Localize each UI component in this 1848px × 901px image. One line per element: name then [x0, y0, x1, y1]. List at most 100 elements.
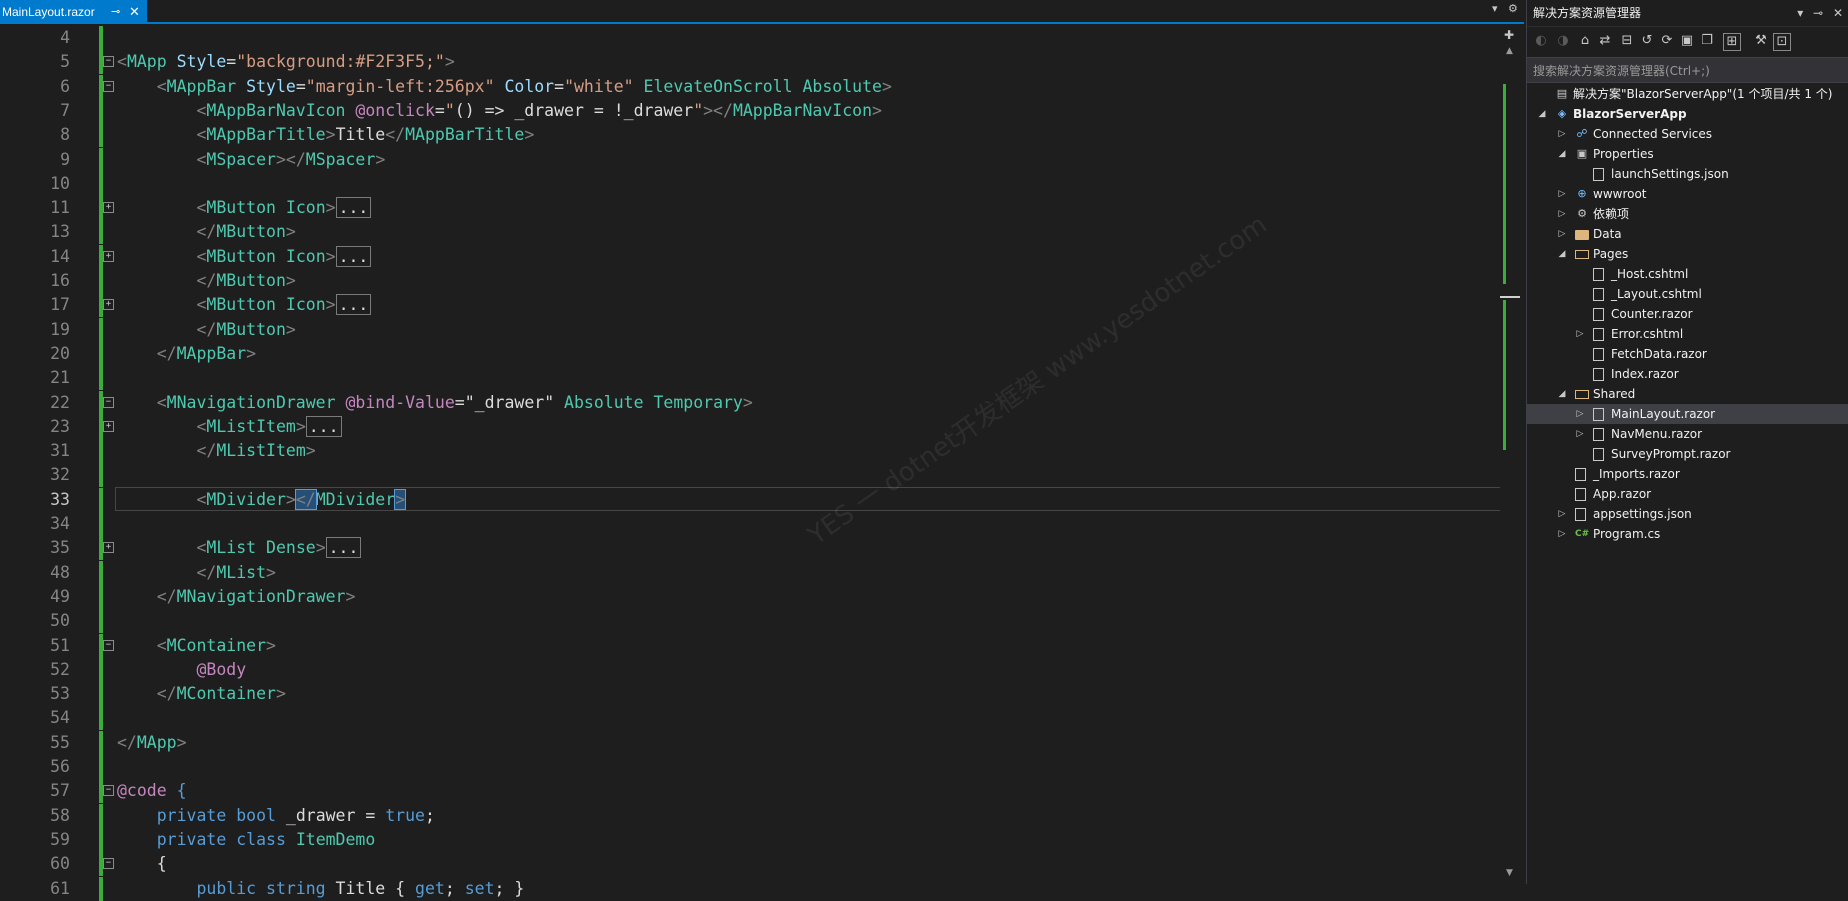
expand-arrow-icon[interactable]: ▷: [1557, 124, 1567, 144]
expand-arrow-icon[interactable]: ▷: [1575, 324, 1585, 344]
sync-icon[interactable]: ⊟: [1619, 33, 1635, 49]
tree-item[interactable]: ▷ ⚙ 依赖项: [1527, 204, 1848, 224]
code-line[interactable]: 51 − <MContainer>: [0, 633, 1500, 658]
tree-item[interactable]: ▷ MainLayout.razor: [1527, 404, 1848, 424]
collapse-icon[interactable]: −: [103, 858, 114, 870]
tree-item[interactable]: FetchData.razor: [1527, 344, 1848, 364]
tree-item[interactable]: ◢ Shared: [1527, 384, 1848, 404]
tree-item[interactable]: _Host.cshtml: [1527, 264, 1848, 284]
code-line[interactable]: 4: [0, 26, 1500, 50]
collapse-all-icon[interactable]: ▣: [1679, 33, 1695, 49]
tree-item[interactable]: ◢ ◈ BlazorServerApp: [1527, 104, 1848, 124]
refresh-icon[interactable]: ⟳: [1659, 33, 1675, 49]
pin-icon[interactable]: ⊸: [111, 0, 120, 24]
code-line[interactable]: 57 − @code {: [0, 779, 1500, 804]
tree-item[interactable]: ▷ NavMenu.razor: [1527, 424, 1848, 444]
tree-item[interactable]: _Imports.razor: [1527, 464, 1848, 484]
pin-icon[interactable]: ⊸: [1813, 6, 1823, 20]
collapsed-region[interactable]: ...: [335, 245, 372, 267]
code-line[interactable]: 31 </MListItem>: [0, 439, 1500, 464]
collapse-arrow-icon[interactable]: ◢: [1537, 104, 1547, 124]
expand-arrow-icon[interactable]: ▷: [1557, 524, 1567, 544]
code-line[interactable]: 10: [0, 171, 1500, 196]
dropdown-icon[interactable]: ▾: [1797, 6, 1803, 20]
expand-arrow-icon[interactable]: ▷: [1575, 404, 1585, 424]
collapse-icon[interactable]: −: [103, 396, 114, 408]
tree-item[interactable]: SurveyPrompt.razor: [1527, 444, 1848, 464]
pending-changes-icon[interactable]: ↺: [1639, 33, 1655, 49]
preview-selected-icon[interactable]: ⊞: [1723, 33, 1741, 51]
tree-item[interactable]: ▷ appsettings.json: [1527, 504, 1848, 524]
code-line[interactable]: 19 </MButton>: [0, 317, 1500, 342]
collapse-icon[interactable]: −: [103, 639, 114, 651]
tree-item[interactable]: ▷ Data: [1527, 224, 1848, 244]
code-line[interactable]: 20 </MAppBar>: [0, 341, 1500, 366]
tree-item[interactable]: ◢ Pages: [1527, 244, 1848, 264]
expand-arrow-icon[interactable]: ▷: [1575, 424, 1585, 444]
code-line[interactable]: 9 <MSpacer></MSpacer>: [0, 147, 1500, 172]
show-all-files-icon[interactable]: ❐: [1699, 33, 1715, 49]
close-icon[interactable]: ✕: [1833, 6, 1843, 20]
code-line[interactable]: 23 + <MListItem>...: [0, 414, 1500, 439]
scroll-up-icon[interactable]: ▲: [1506, 46, 1513, 56]
expand-arrow-icon[interactable]: ▷: [1557, 224, 1567, 244]
tab-dropdown-icon[interactable]: ▾: [1492, 2, 1498, 15]
tree-item[interactable]: App.razor: [1527, 484, 1848, 504]
solution-search-input[interactable]: 搜索解决方案资源管理器(Ctrl+;): [1527, 57, 1848, 83]
vertical-scrollbar[interactable]: ✚ ▲ ▼: [1500, 24, 1524, 884]
tree-item[interactable]: ◢ ▣ Properties: [1527, 144, 1848, 164]
tab-mainlayout[interactable]: MainLayout.razor ⊸ ✕: [0, 0, 147, 24]
collapse-icon[interactable]: −: [103, 80, 114, 92]
collapsed-region[interactable]: ...: [305, 415, 342, 437]
collapsed-region[interactable]: ...: [325, 537, 362, 559]
collapse-icon[interactable]: −: [103, 785, 114, 797]
code-line[interactable]: 52 @Body: [0, 657, 1500, 682]
code-line[interactable]: 32: [0, 463, 1500, 488]
expand-icon[interactable]: +: [103, 202, 114, 214]
expand-icon[interactable]: +: [103, 299, 114, 311]
code-line[interactable]: 59 private class ItemDemo: [0, 827, 1500, 852]
code-line[interactable]: 14 + <MButton Icon>...: [0, 244, 1500, 269]
forward-icon[interactable]: ◑: [1555, 33, 1571, 49]
tree-item[interactable]: ▷ C# Program.cs: [1527, 524, 1848, 544]
tree-item[interactable]: ▷ ⊕ wwwroot: [1527, 184, 1848, 204]
expand-arrow-icon[interactable]: ▷: [1557, 504, 1567, 524]
tree-item[interactable]: ▤ 解决方案"BlazorServerApp"(1 个项目/共 1 个): [1527, 84, 1848, 104]
code-line[interactable]: 22 − <MNavigationDrawer @bind-Value="_dra…: [0, 390, 1500, 415]
expand-arrow-icon[interactable]: ▷: [1557, 204, 1567, 224]
code-line[interactable]: 60 − {: [0, 852, 1500, 877]
collapse-arrow-icon[interactable]: ◢: [1557, 244, 1567, 264]
code-editor[interactable]: MainLayout.razor ⊸ ✕ ▾ ⚙ 4 5− <MApp Style=…: [0, 0, 1524, 901]
code-line[interactable]: 35 + <MList Dense>...: [0, 536, 1500, 561]
code-line[interactable]: 53 </MContainer>: [0, 682, 1500, 707]
code-line[interactable]: 7 <MAppBarNavIcon @onclick="() => _drawe…: [0, 98, 1500, 123]
collapsed-region[interactable]: ...: [335, 197, 372, 219]
home-icon[interactable]: ⌂: [1577, 33, 1593, 49]
code-line[interactable]: 48 </MList>: [0, 560, 1500, 585]
code-line[interactable]: 55 </MApp>: [0, 730, 1500, 755]
collapse-arrow-icon[interactable]: ◢: [1557, 144, 1567, 164]
tree-item[interactable]: Index.razor: [1527, 364, 1848, 384]
code-line[interactable]: 6− <MAppBar Style="margin-left:256px" Co…: [0, 74, 1500, 99]
tree-item[interactable]: ▷ Error.cshtml: [1527, 324, 1848, 344]
tree-item[interactable]: launchSettings.json: [1527, 164, 1848, 184]
switch-views-icon[interactable]: ⇄: [1597, 33, 1613, 49]
split-icon[interactable]: ✚: [1504, 28, 1514, 42]
code-line[interactable]: 8 <MAppBarTitle>Title</MAppBarTitle>: [0, 123, 1500, 148]
preview-icon[interactable]: ⊡: [1773, 33, 1791, 51]
collapse-arrow-icon[interactable]: ◢: [1557, 384, 1567, 404]
tree-item[interactable]: _Layout.cshtml: [1527, 284, 1848, 304]
code-line[interactable]: 11 + <MButton Icon>...: [0, 196, 1500, 221]
properties-wrench-icon[interactable]: ⚒: [1753, 33, 1769, 49]
code-line[interactable]: 56: [0, 755, 1500, 779]
expand-icon[interactable]: +: [103, 250, 114, 262]
code-line[interactable]: 49 </MNavigationDrawer>: [0, 584, 1500, 609]
close-icon[interactable]: ✕: [129, 0, 140, 24]
code-line[interactable]: 61 public string Title { get; set; }: [0, 876, 1500, 901]
code-line[interactable]: 21: [0, 366, 1500, 391]
code-line[interactable]: 13 </MButton>: [0, 220, 1500, 245]
expand-icon[interactable]: +: [103, 542, 114, 554]
tree-item[interactable]: ▷ ☍ Connected Services: [1527, 124, 1848, 144]
code-line[interactable]: 34: [0, 512, 1500, 536]
collapsed-region[interactable]: ...: [335, 294, 372, 316]
